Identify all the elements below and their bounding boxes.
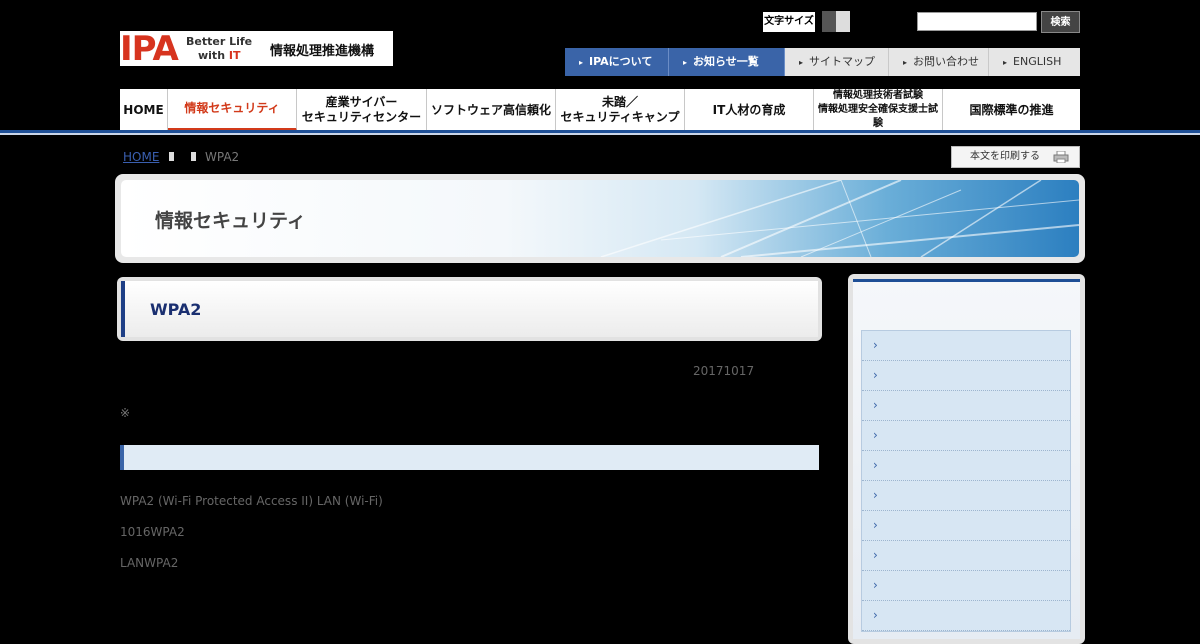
sidebar-item[interactable]: › <box>862 421 1070 451</box>
util-nav-news[interactable]: ▸ お知らせ一覧 <box>669 48 785 76</box>
gnav-industrial-cyber[interactable]: 産業サイバー セキュリティセンター <box>297 89 427 131</box>
search-input[interactable] <box>917 12 1037 31</box>
body-paragraph: 1016WPA2 <box>120 525 185 539</box>
font-size-large-button[interactable] <box>836 11 850 32</box>
publish-date: 20171017 <box>693 364 755 378</box>
util-nav-english[interactable]: ▸ ENGLISH <box>989 48 1080 76</box>
banner-title: 情報セキュリティ <box>155 210 306 232</box>
font-size-normal-button[interactable] <box>822 11 836 32</box>
util-nav-sitemap[interactable]: ▸ サイトマップ <box>785 48 889 76</box>
sidebar-item[interactable]: › <box>862 511 1070 541</box>
breadcrumb-current: WPA2 <box>205 150 240 164</box>
body-paragraph: WPA2 (Wi-Fi Protected Access II) LAN (Wi… <box>120 494 383 508</box>
nav-divider-light <box>0 133 1200 135</box>
breadcrumb-home-link[interactable]: HOME <box>123 150 159 164</box>
arrow-right-icon: ▸ <box>683 58 688 67</box>
logo-tagline-2: with IT <box>198 49 241 62</box>
banner-light-streaks <box>600 180 1079 257</box>
body-paragraph: LANWPA2 <box>120 556 179 570</box>
sidebar: › › › › › › › › › › <box>848 274 1085 644</box>
gnav-home[interactable]: HOME <box>120 89 168 131</box>
sidebar-item[interactable]: › <box>862 391 1070 421</box>
logo-tagline-1: Better Life <box>186 35 253 48</box>
breadcrumb-separator-icon <box>191 152 196 161</box>
arrow-right-icon: ▸ <box>1003 58 1008 67</box>
sidebar-item[interactable]: › <box>862 571 1070 601</box>
arrow-right-icon: ▸ <box>903 58 908 67</box>
page-title-box: WPA2 <box>117 277 822 341</box>
gnav-it-talent[interactable]: IT人材の育成 <box>685 89 814 131</box>
ipa-logo[interactable]: IPA Better Life with IT 情報処理推進機構 <box>120 29 393 69</box>
section-banner: 情報セキュリティ <box>115 174 1085 263</box>
util-nav-contact[interactable]: ▸ お問い合わせ <box>889 48 989 76</box>
sidebar-item[interactable]: › <box>862 601 1070 631</box>
section-heading-bar <box>120 445 819 470</box>
sidebar-item[interactable]: › <box>862 331 1070 361</box>
sidebar-item[interactable]: › <box>862 481 1070 511</box>
gnav-standards[interactable]: 国際標準の推進 <box>943 89 1080 131</box>
printer-icon <box>1053 151 1069 163</box>
logo-org-name: 情報処理推進機構 <box>270 44 375 59</box>
gnav-mitou-camp[interactable]: 未踏／ セキュリティキャンプ <box>556 89 685 131</box>
search-button[interactable]: 検索 <box>1041 11 1080 33</box>
page-title: WPA2 <box>150 300 202 319</box>
gnav-software-reliability[interactable]: ソフトウェア高信頼化 <box>427 89 556 131</box>
gnav-info-security[interactable]: 情報セキュリティ <box>168 89 297 131</box>
gnav-exams[interactable]: 情報処理技術者試験 情報処理安全確保支援士試験 <box>814 89 943 131</box>
font-size-label: 文字サイズ <box>763 12 815 32</box>
sidebar-item[interactable]: › <box>862 451 1070 481</box>
print-button[interactable]: 本文を印刷する <box>951 146 1080 168</box>
arrow-right-icon: ▸ <box>799 58 804 67</box>
sidebar-menu: › › › › › › › › › › <box>861 330 1071 632</box>
util-nav-about[interactable]: ▸ IPAについて <box>565 48 669 76</box>
note-mark: ※ <box>120 406 131 420</box>
sidebar-item[interactable]: › <box>862 541 1070 571</box>
breadcrumb-separator-icon <box>169 152 174 161</box>
sidebar-item[interactable]: › <box>862 361 1070 391</box>
global-nav: HOME 情報セキュリティ 産業サイバー セキュリティセンター ソフトウェア高信… <box>120 89 1080 131</box>
utility-nav: ▸ IPAについて ▸ お知らせ一覧 ▸ サイトマップ ▸ お問い合わせ ▸ ENGLIS… <box>565 48 1080 76</box>
print-label: 本文を印刷する <box>970 151 1040 162</box>
logo-ipa-text: IPA <box>120 29 179 69</box>
arrow-right-icon: ▸ <box>579 58 584 67</box>
